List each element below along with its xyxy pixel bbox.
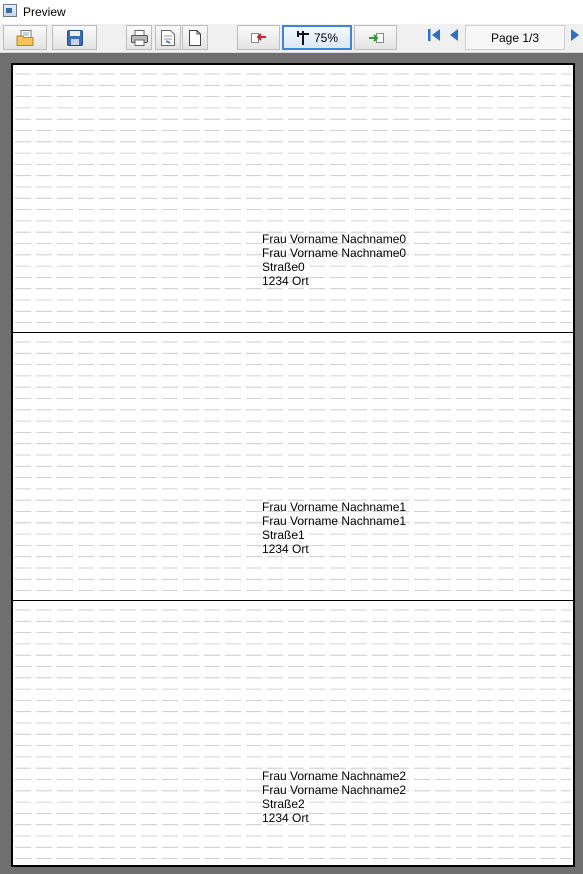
zoom-out-icon [250,31,267,45]
zoom-out-button[interactable] [237,25,280,50]
open-folder-icon [16,29,34,46]
label-guides [15,341,571,592]
address-line: Straße2 [262,797,305,811]
zoom-in-icon [368,31,384,45]
printer-icon [130,29,148,46]
address-line: Frau Vorname Nachname2 [262,769,407,783]
page-setup-button[interactable] [155,25,181,50]
address-block: Frau Vorname Nachname0 Frau Vorname Nach… [262,232,406,288]
address-label: Frau Vorname Nachname1 Frau Vorname Nach… [13,332,573,600]
first-page-icon [427,28,441,47]
title-bar: Preview [0,0,583,24]
label-guides [15,73,571,324]
address-label: Frau Vorname Nachname0 Frau Vorname Nach… [13,65,573,332]
zoom-level-button[interactable]: 75% [282,25,352,50]
next-page-button[interactable] [567,25,583,50]
preview-window-icon [3,4,17,17]
preview-page: Frau Vorname Nachname0 Frau Vorname Nach… [11,63,575,867]
print-button[interactable] [126,25,152,50]
address-line: Straße1 [262,528,305,542]
zoom-level-label: 75% [313,30,339,45]
window-title: Preview [23,5,66,19]
previous-page-button[interactable] [445,25,463,50]
page-indicator: Page 1/3 [465,25,565,50]
address-line: Frau Vorname Nachname2 [262,783,407,797]
address-line: 1234 Ort [262,542,309,556]
zoom-in-button[interactable] [354,25,397,50]
address-label: Frau Vorname Nachname2 Frau Vorname Nach… [13,600,573,865]
preview-area[interactable]: Frau Vorname Nachname0 Frau Vorname Nach… [0,53,583,874]
address-line: 1234 Ort [262,811,309,825]
address-line: Frau Vorname Nachname1 [262,500,407,514]
open-button[interactable] [3,25,47,50]
address-line: 1234 Ort [262,274,309,288]
address-block: Frau Vorname Nachname2 Frau Vorname Nach… [262,769,406,825]
address-line: Frau Vorname Nachname1 [262,514,407,528]
previous-page-icon [449,28,459,47]
single-page-button[interactable] [182,25,208,50]
zoom-width-icon [296,30,310,46]
label-guides [15,609,571,860]
address-block: Frau Vorname Nachname1 Frau Vorname Nach… [262,500,406,556]
page-setup-icon [161,29,175,46]
address-line: Straße0 [262,260,305,274]
page-icon [189,29,201,46]
page-indicator-label: Page 1/3 [490,30,540,45]
address-line: Frau Vorname Nachname0 [262,246,407,260]
first-page-button[interactable] [424,25,444,50]
save-button[interactable] [52,25,97,50]
toolbar: 75% Page 1/3 [0,24,583,53]
address-line: Frau Vorname Nachname0 [262,232,407,246]
next-page-icon [570,28,580,47]
floppy-disk-icon [66,29,83,46]
